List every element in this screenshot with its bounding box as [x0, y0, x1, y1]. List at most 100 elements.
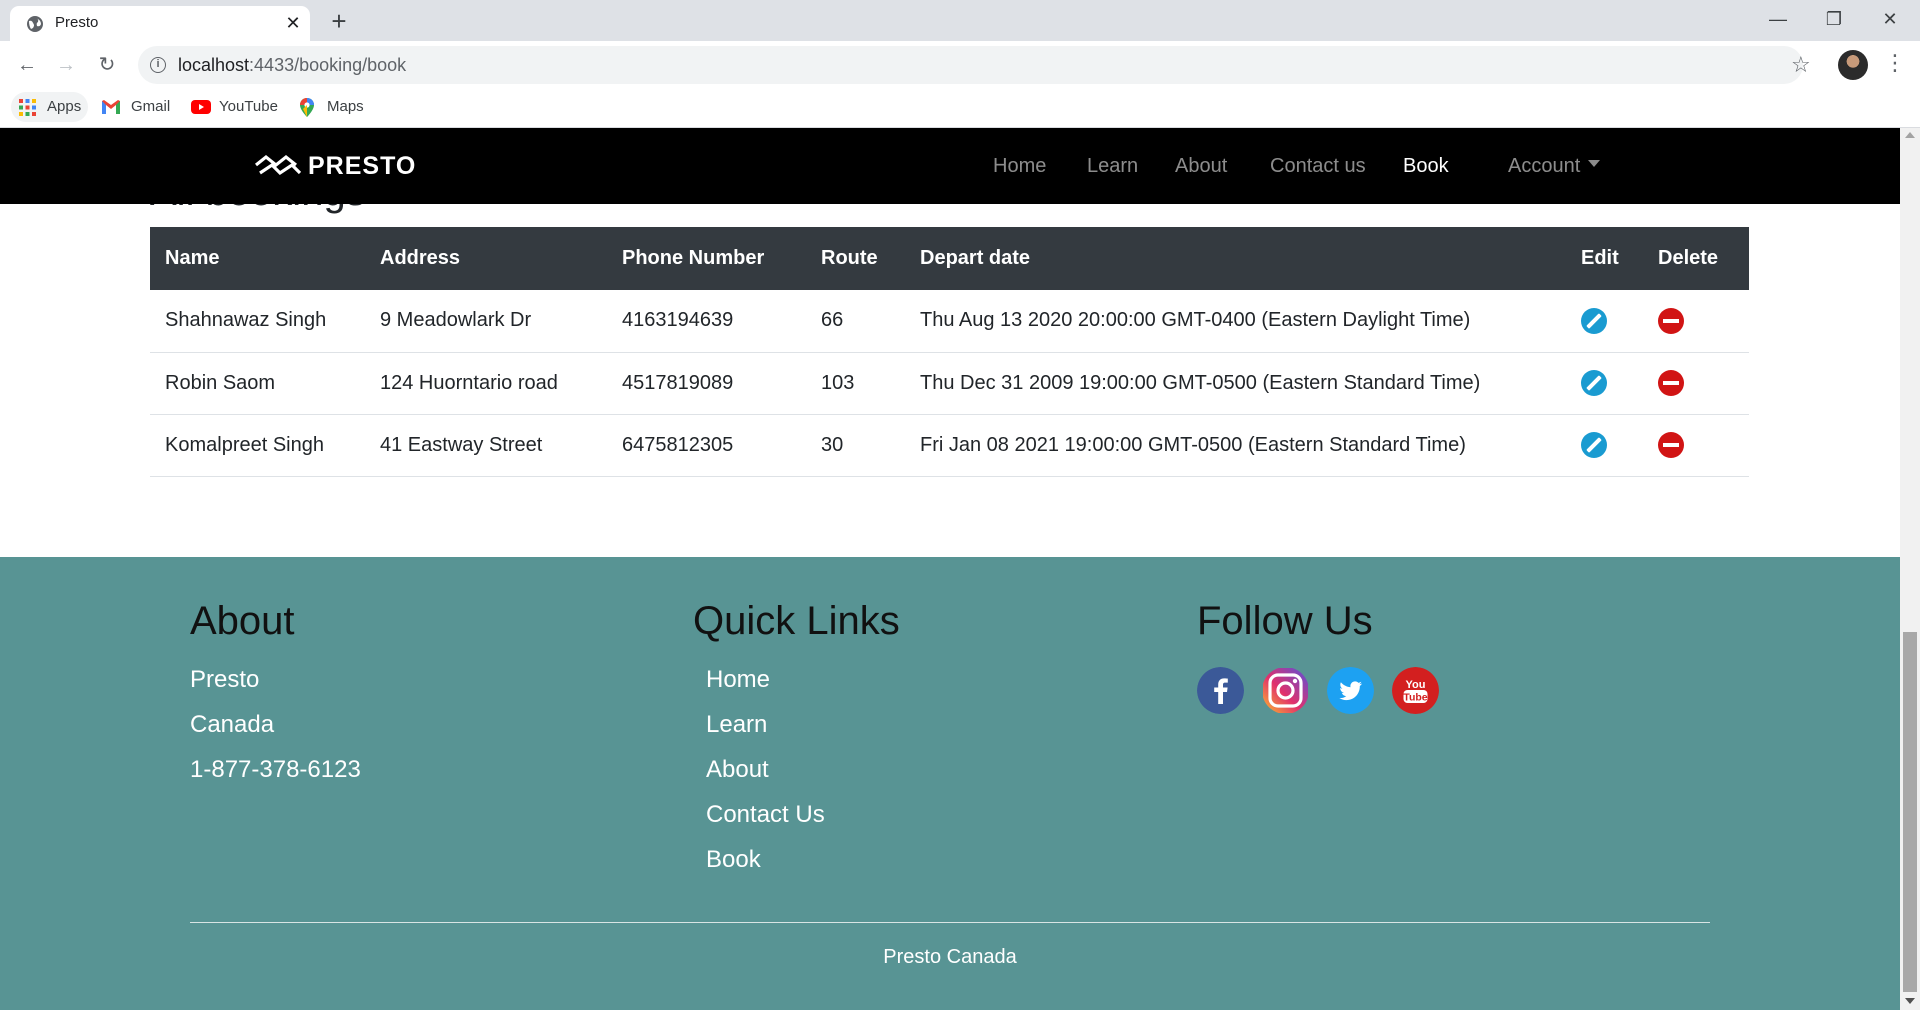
table-row: Shahnawaz Singh 9 Meadowlark Dr 41631946…	[150, 290, 1749, 353]
footer-quick-links-column: Quick Links Home Learn About Contact Us …	[693, 597, 900, 882]
restore-icon[interactable]: ❐	[1806, 0, 1862, 41]
twitter-icon[interactable]	[1327, 667, 1374, 714]
header-delete: Delete	[1643, 227, 1749, 290]
gmail-icon	[102, 100, 120, 114]
minimize-icon[interactable]: —	[1750, 0, 1806, 41]
new-tab-button[interactable]: +	[326, 8, 352, 34]
delete-icon[interactable]	[1658, 432, 1684, 458]
cell-address: 124 Huorntario road	[365, 352, 607, 415]
bookings-table: Name Address Phone Number Route Depart d…	[150, 227, 1749, 477]
reload-icon[interactable]: ↻	[94, 52, 120, 78]
nav-book[interactable]: Book	[1403, 154, 1449, 178]
footer-divider	[190, 922, 1710, 923]
nav-home[interactable]: Home	[993, 154, 1046, 178]
browser-tab[interactable]: Presto ✕	[10, 6, 310, 41]
footer-link-contact[interactable]: Contact Us	[706, 792, 900, 837]
cell-name: Komalpreet Singh	[150, 414, 365, 477]
apps-grid-icon	[19, 99, 36, 116]
footer-about-column: About Presto Canada 1-877-378-6123	[190, 597, 361, 792]
site-info-icon[interactable]: i	[150, 57, 166, 73]
cell-phone: 6475812305	[607, 414, 806, 477]
cell-address: 9 Meadowlark Dr	[365, 290, 607, 353]
footer-link-home[interactable]: Home	[706, 657, 900, 702]
header-address: Address	[365, 227, 607, 290]
svg-text:You: You	[1406, 679, 1426, 691]
instagram-icon[interactable]	[1262, 667, 1309, 714]
tab-title: Presto	[55, 14, 99, 31]
footer-link-about[interactable]: About	[706, 747, 900, 792]
bookmark-youtube[interactable]: YouTube	[190, 92, 290, 122]
browser-menu-icon[interactable]: ⋮	[1884, 50, 1906, 76]
delete-icon[interactable]	[1658, 307, 1684, 334]
tab-close-icon[interactable]: ✕	[282, 12, 304, 34]
header-phone: Phone Number	[607, 227, 806, 290]
window-close-icon[interactable]: ✕	[1862, 0, 1918, 41]
table-row: Komalpreet Singh 41 Eastway Street 64758…	[150, 414, 1749, 477]
cell-route: 30	[806, 414, 905, 477]
bookmarks-bar: Apps Gmail YouTube Maps	[0, 89, 1920, 128]
scrollbar-thumb[interactable]	[1903, 632, 1917, 992]
header-row: Name Address Phone Number Route Depart d…	[150, 227, 1749, 290]
chevron-down-icon	[1588, 160, 1601, 168]
footer-phone: 1-877-378-6123	[190, 756, 361, 783]
cell-address: 41 Eastway Street	[365, 414, 607, 477]
header-route: Route	[806, 227, 905, 290]
brand-name: PRESTO	[308, 152, 417, 180]
table-body: Shahnawaz Singh 9 Meadowlark Dr 41631946…	[150, 290, 1749, 477]
bookmark-gmail[interactable]: Gmail	[100, 92, 180, 122]
bookmark-label: Apps	[47, 98, 82, 115]
footer-copyright: Presto Canada	[883, 946, 1017, 968]
facebook-icon[interactable]	[1197, 667, 1244, 714]
delete-icon[interactable]	[1658, 370, 1684, 396]
cell-route: 103	[806, 352, 905, 415]
scroll-down-arrow-icon[interactable]	[1905, 998, 1915, 1004]
profile-avatar[interactable]	[1838, 50, 1868, 80]
bookmark-label: YouTube	[219, 98, 278, 115]
header-name: Name	[150, 227, 365, 290]
youtube-icon[interactable]: You Tube	[1392, 667, 1439, 714]
cell-edit	[1566, 352, 1643, 415]
svg-text:Tube: Tube	[1403, 691, 1427, 703]
footer-about-line: Presto	[190, 666, 260, 693]
footer-quick-links-heading: Quick Links	[693, 599, 900, 643]
cell-name: Shahnawaz Singh	[150, 290, 365, 353]
youtube-icon	[191, 100, 211, 114]
url-path: :4433/booking/book	[249, 55, 407, 75]
edit-pencil-icon[interactable]	[1581, 370, 1607, 396]
browser-window: Presto ✕ + — ❐ ✕ ← → ↻ i localhost:4433/…	[0, 0, 1920, 1010]
scroll-up-arrow-icon[interactable]	[1905, 132, 1915, 138]
bookmark-apps[interactable]: Apps	[11, 92, 88, 122]
footer-follow-column: Follow Us	[1197, 597, 1373, 645]
nav-learn[interactable]: Learn	[1087, 154, 1138, 178]
url-text: localhost:4433/booking/book	[178, 55, 406, 75]
maps-icon	[300, 98, 314, 117]
globe-icon	[27, 16, 43, 32]
nav-about[interactable]: About	[1175, 154, 1227, 178]
bookmark-maps[interactable]: Maps	[300, 92, 370, 122]
cell-edit	[1566, 414, 1643, 477]
table-header: Name Address Phone Number Route Depart d…	[150, 227, 1749, 290]
bookmark-star-icon[interactable]: ☆	[1791, 54, 1811, 76]
footer-link-book[interactable]: Book	[706, 837, 900, 882]
footer-follow-heading: Follow Us	[1197, 599, 1373, 643]
cell-delete	[1643, 414, 1749, 477]
nav-account-dropdown[interactable]: Account	[1508, 154, 1601, 178]
footer-link-learn[interactable]: Learn	[706, 702, 900, 747]
page-scrollbar[interactable]	[1900, 128, 1920, 1010]
address-bar[interactable]: i localhost:4433/booking/book ☆	[138, 46, 1811, 84]
footer-about-heading: About	[190, 599, 295, 643]
edit-pencil-icon[interactable]	[1581, 307, 1607, 334]
nav-contact[interactable]: Contact us	[1270, 154, 1366, 178]
bookmark-label: Gmail	[131, 98, 171, 115]
cell-route: 66	[806, 290, 905, 353]
cell-depart: Thu Dec 31 2009 19:00:00 GMT-0500 (Easte…	[905, 352, 1566, 415]
forward-arrow-icon[interactable]: →	[53, 52, 79, 78]
cell-delete	[1643, 290, 1749, 353]
header-edit: Edit	[1566, 227, 1643, 290]
table-row: Robin Saom 124 Huorntario road 451781908…	[150, 352, 1749, 415]
cell-edit	[1566, 290, 1643, 353]
back-arrow-icon[interactable]: ←	[14, 52, 40, 78]
cell-name: Robin Saom	[150, 352, 365, 415]
header-depart: Depart date	[905, 227, 1566, 290]
edit-pencil-icon[interactable]	[1581, 432, 1607, 458]
